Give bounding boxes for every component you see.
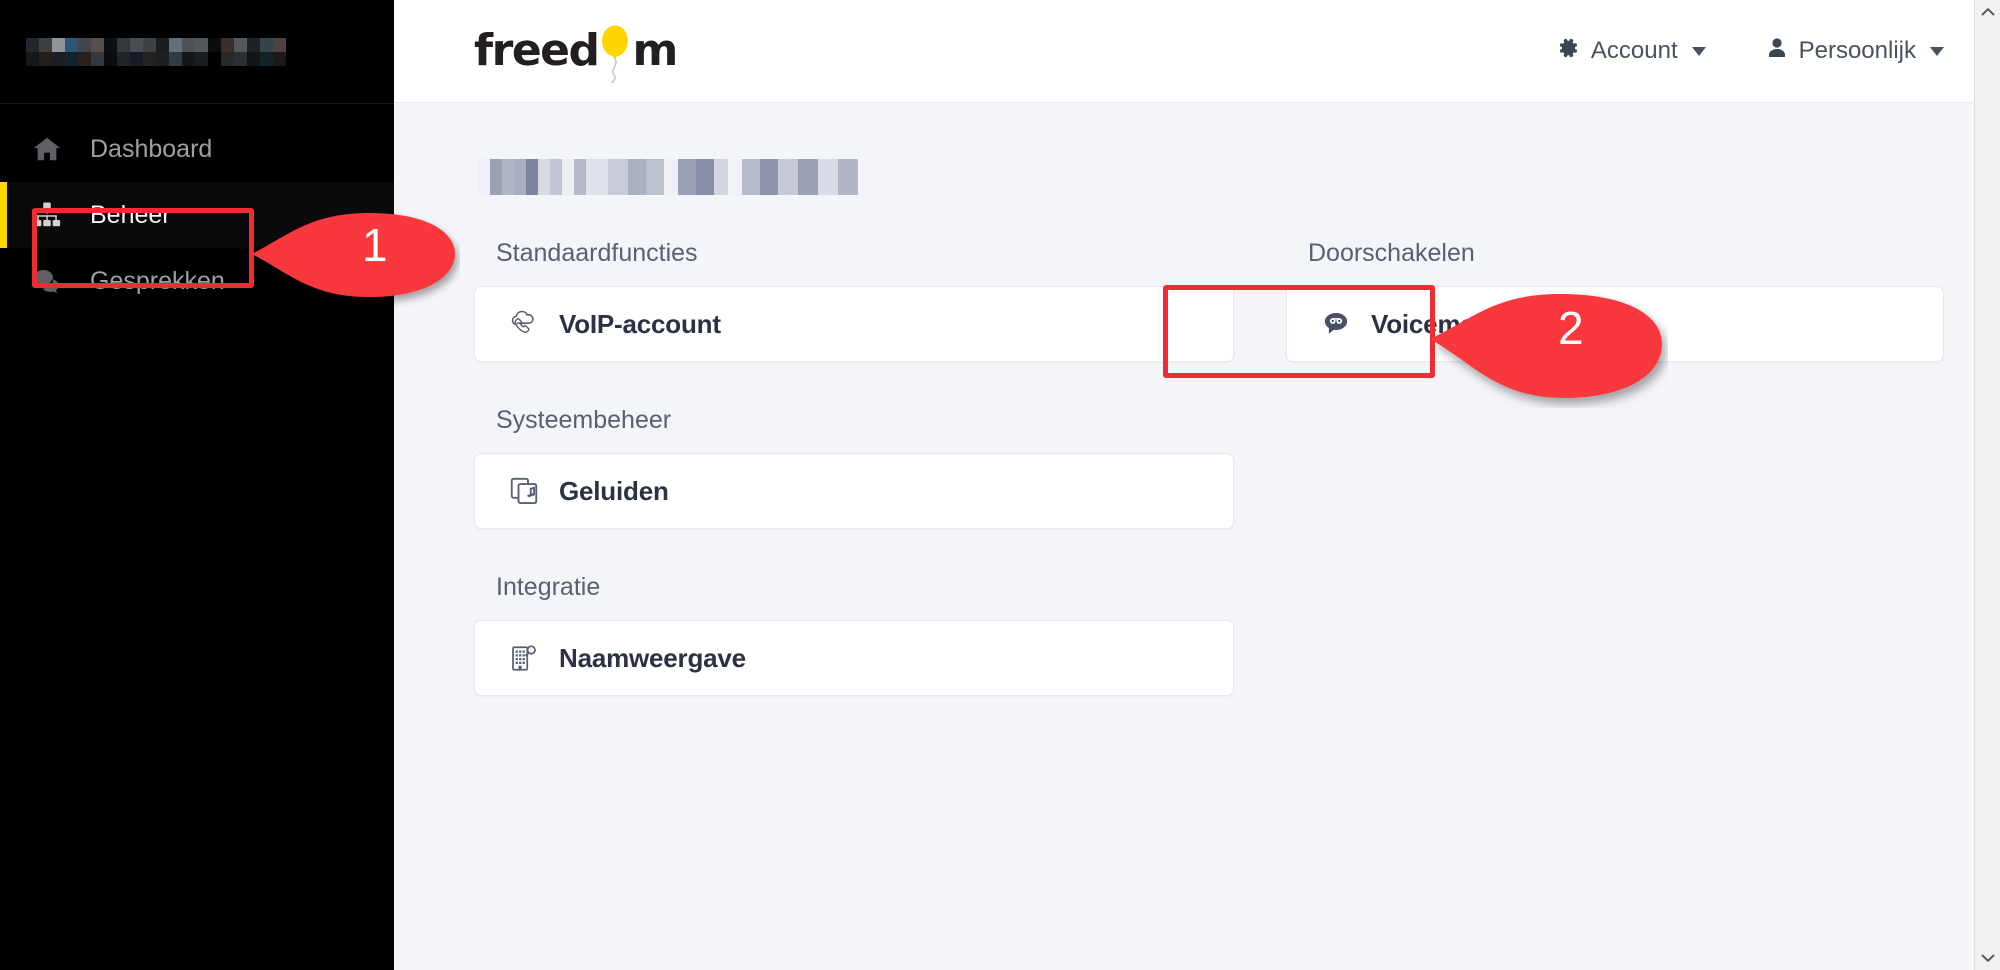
account-menu[interactable]: Account	[1556, 36, 1706, 67]
chat-bubbles-icon	[32, 266, 72, 296]
content-area: Standaardfuncties VoIP-account Systeembe…	[394, 103, 2000, 970]
section-systeembeheer: Systeembeheer Geluiden	[474, 406, 1234, 529]
chevron-down-icon	[1930, 46, 1944, 56]
app-root: Dashboard Beheer Gesprekken freed m Acco…	[0, 0, 2000, 970]
section-standaardfuncties: Standaardfuncties VoIP-account	[474, 239, 1234, 362]
sidebar: Dashboard Beheer Gesprekken	[0, 0, 394, 970]
geluiden-card[interactable]: Geluiden	[474, 453, 1234, 529]
section-doorschakelen: Doorschakelen Voicemail	[1286, 239, 1944, 362]
top-nav: Account Persoonlijk	[1556, 36, 1944, 67]
card-label: Naamweergave	[559, 642, 746, 673]
page-scrollbar[interactable]	[1974, 0, 2000, 970]
section-title: Systeembeheer	[496, 406, 672, 434]
page-title-redacted	[478, 159, 858, 195]
account-menu-label: Account	[1590, 37, 1678, 64]
gear-icon	[1556, 36, 1580, 67]
sidebar-item-label: Beheer	[90, 200, 171, 229]
logo-text-after: m	[632, 25, 679, 76]
sidebar-item-label: Dashboard	[90, 134, 213, 163]
logo-text-before: freed	[474, 25, 600, 76]
main-area: freed m Account Persoonlijk Standaardfun…	[394, 0, 2000, 970]
chevron-up-icon[interactable]	[1975, 0, 2000, 24]
section-title: Standaardfuncties	[496, 239, 698, 267]
column-gap	[1234, 239, 1286, 740]
sidebar-nav: Dashboard Beheer Gesprekken	[0, 104, 394, 314]
sound-files-icon	[505, 476, 543, 506]
account-name-redacted	[26, 37, 286, 66]
chevron-down-icon	[1691, 46, 1706, 56]
sidebar-item-dashboard[interactable]: Dashboard	[0, 116, 394, 182]
sidebar-account-header	[0, 0, 394, 103]
sidebar-item-gesprekken[interactable]: Gesprekken	[0, 248, 394, 314]
chevron-down-icon[interactable]	[1975, 946, 2000, 970]
card-label: VoIP-account	[559, 308, 721, 339]
sidebar-item-label: Gesprekken	[90, 266, 225, 295]
section-title: Doorschakelen	[1308, 239, 1475, 267]
freedom-logo[interactable]: freed m	[474, 25, 679, 84]
left-column: Standaardfuncties VoIP-account Systeembe…	[474, 239, 1234, 740]
section-integratie: Integratie Naamweergave	[474, 573, 1234, 696]
home-icon	[32, 134, 72, 164]
right-column: Doorschakelen Voicemail	[1286, 239, 1944, 740]
sidebar-item-beheer[interactable]: Beheer	[0, 182, 394, 248]
balloon-icon	[599, 25, 633, 84]
top-header: freed m Account Persoonlijk	[394, 0, 2000, 103]
naamweergave-card[interactable]: Naamweergave	[474, 620, 1234, 696]
section-title: Integratie	[496, 573, 601, 601]
card-label: Geluiden	[559, 475, 669, 506]
scrollbar-track[interactable]	[1975, 24, 2000, 946]
voicemail-card[interactable]: Voicemail	[1286, 286, 1944, 362]
person-icon	[1766, 36, 1788, 67]
persoonlijk-menu[interactable]: Persoonlijk	[1766, 36, 1944, 67]
sitemap-icon	[32, 200, 72, 230]
voip-account-card[interactable]: VoIP-account	[474, 286, 1234, 362]
building-search-icon	[505, 643, 543, 673]
persoonlijk-menu-label: Persoonlijk	[1798, 37, 1916, 64]
cloud-phone-icon	[505, 308, 543, 340]
voicemail-bubble-icon	[1317, 309, 1355, 339]
card-label: Voicemail	[1371, 308, 1489, 339]
sections-columns: Standaardfuncties VoIP-account Systeembe…	[474, 239, 1944, 740]
